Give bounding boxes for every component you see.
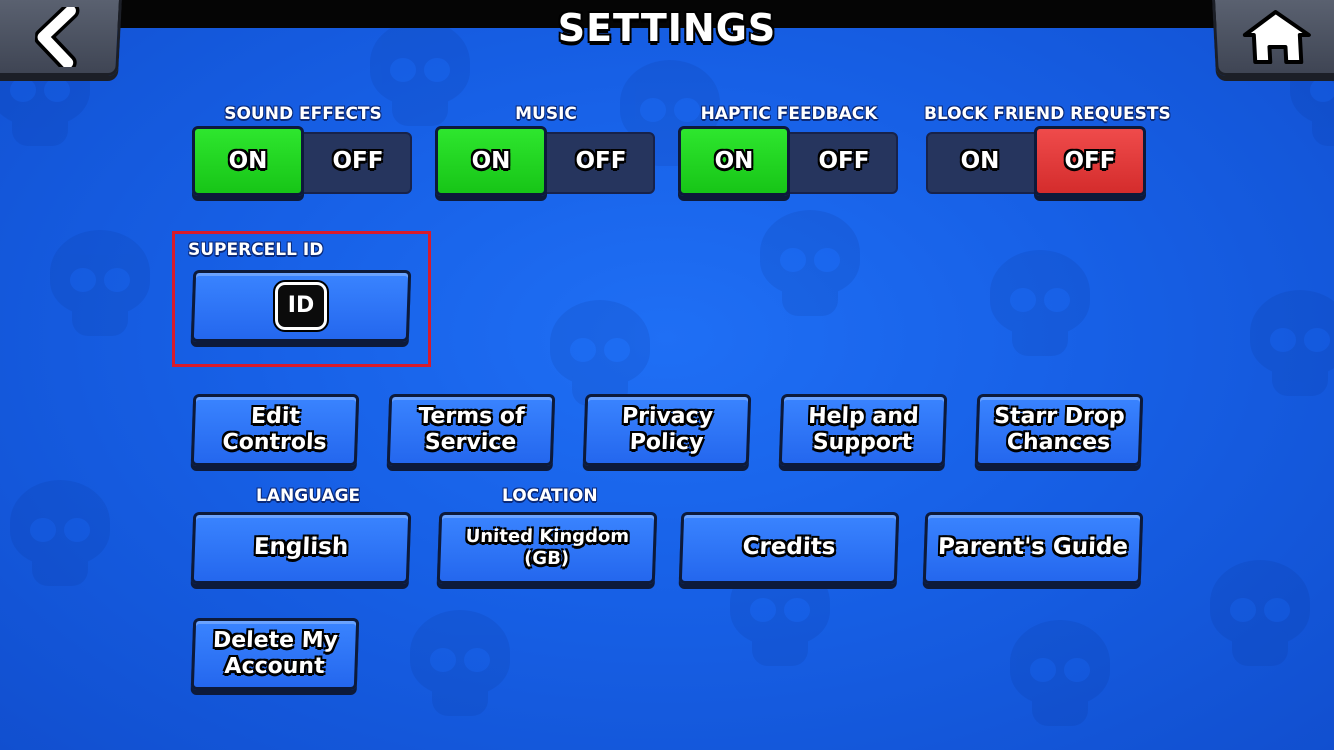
skull-icon (980, 250, 1100, 360)
haptic-feedback-on-option[interactable]: ON (678, 126, 790, 196)
page-title: SETTINGS (557, 6, 777, 50)
terms-of-service-button[interactable]: Terms of Service (386, 394, 556, 466)
home-icon (1240, 9, 1313, 65)
skull-icon (1000, 620, 1120, 730)
starr-drop-chances-button[interactable]: Starr Drop Chances (974, 394, 1144, 466)
skull-icon (1200, 560, 1320, 670)
location-button[interactable]: United Kingdom (GB) (436, 512, 658, 584)
skull-icon (1240, 290, 1334, 400)
chevron-left-icon (33, 6, 82, 67)
haptic-feedback-off-option[interactable]: OFF (788, 126, 900, 196)
sound-effects-off-option[interactable]: OFF (302, 126, 414, 196)
help-and-support-button[interactable]: Help and Support (778, 394, 948, 466)
credits-button[interactable]: Credits (678, 512, 900, 584)
music-switch[interactable]: OFF ON (435, 126, 657, 196)
block-friend-requests-switch[interactable]: ON OFF (924, 126, 1146, 196)
block-friend-requests-on-option[interactable]: ON (924, 126, 1036, 196)
toggle-label: BLOCK FRIEND REQUESTS (924, 104, 1171, 124)
back-button[interactable] (0, 0, 123, 76)
home-button[interactable] (1212, 0, 1334, 76)
location-label: LOCATION (502, 486, 598, 506)
supercell-id-button[interactable]: ID (190, 270, 412, 342)
sound-effects-switch[interactable]: OFF ON (192, 126, 414, 196)
id-badge: ID (273, 280, 329, 332)
block-friend-requests-off-option[interactable]: OFF (1034, 126, 1146, 196)
supercell-id-label: SUPERCELL ID (188, 240, 324, 260)
toggle-label: HAPTIC FEEDBACK (700, 104, 878, 124)
language-label: LANGUAGE (256, 486, 361, 506)
skull-icon (0, 480, 120, 590)
privacy-policy-button[interactable]: Privacy Policy (582, 394, 752, 466)
language-button[interactable]: English (190, 512, 412, 584)
music-on-option[interactable]: ON (435, 126, 547, 196)
skull-icon (400, 610, 520, 720)
music-off-option[interactable]: OFF (545, 126, 657, 196)
skull-icon (40, 230, 160, 340)
sound-effects-on-option[interactable]: ON (192, 126, 304, 196)
toggle-label: MUSIC (515, 104, 577, 124)
edit-controls-button[interactable]: Edit Controls (190, 394, 360, 466)
skull-icon (750, 210, 870, 320)
delete-account-button[interactable]: Delete My Account (190, 618, 360, 690)
parents-guide-button[interactable]: Parent's Guide (922, 512, 1144, 584)
toggle-label: SOUND EFFECTS (224, 104, 382, 124)
haptic-feedback-switch[interactable]: OFF ON (678, 126, 900, 196)
